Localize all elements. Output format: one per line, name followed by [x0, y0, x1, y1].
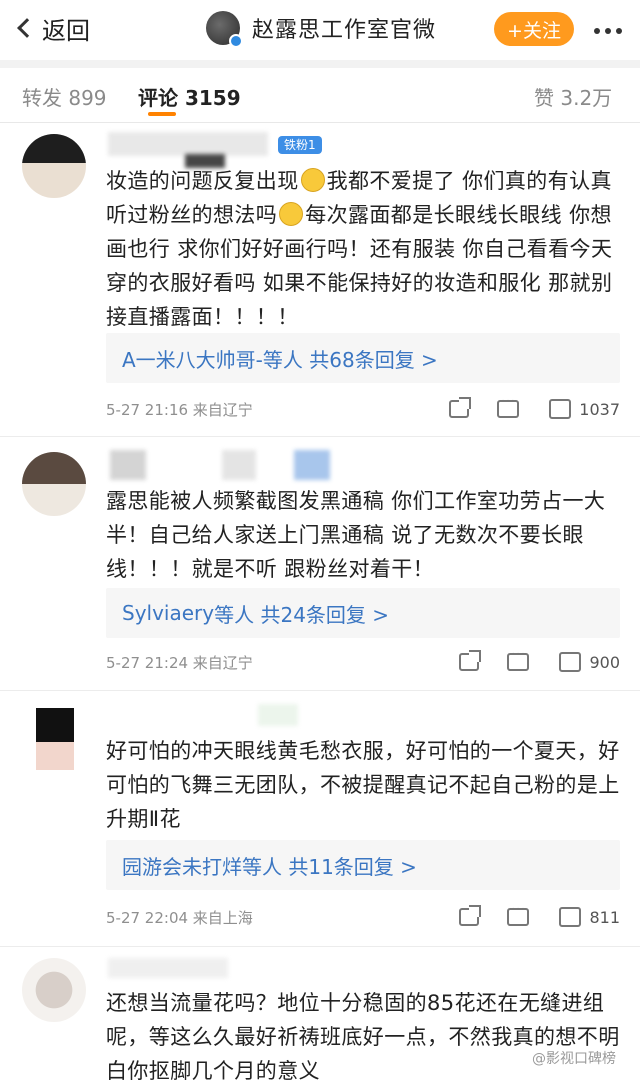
comment-text: 露思能被人频繁截图发黑通稿 你们工作室功劳占一大半！自己给人家送上门黑通稿 说了…: [106, 489, 606, 581]
back-button[interactable]: 返回: [14, 10, 90, 46]
chevron-left-icon: [17, 18, 37, 38]
share-icon[interactable]: [459, 650, 482, 671]
fan-badge: 铁粉1: [278, 136, 322, 154]
follow-button[interactable]: +关注: [494, 12, 574, 46]
commenter-avatar[interactable]: [22, 958, 86, 1022]
comment-item: 露思能被人频繁截图发黑通稿 你们工作室功劳占一大半！自己给人家送上门黑通稿 说了…: [0, 440, 640, 690]
comment-meta: 5-27 21:24 来自辽宁 900: [106, 647, 620, 677]
replies-link[interactable]: Sylviaery 等人 共24条回复 >: [106, 588, 620, 638]
tab-bar: 转发 899 评论 3159 赞 3.2万: [0, 70, 640, 120]
thumbs-up-icon: [549, 399, 572, 419]
share-icon[interactable]: [449, 397, 472, 418]
like-button[interactable]: 1037: [549, 399, 620, 419]
watermark: @影视口碑榜: [532, 1051, 616, 1067]
commenter-avatar[interactable]: [22, 452, 86, 516]
section-divider: [0, 60, 640, 68]
like-button[interactable]: 900: [559, 652, 620, 672]
commenter-name-redacted: [108, 958, 228, 978]
commenter-name-redacted: [258, 704, 298, 726]
reply-icon[interactable]: [507, 647, 530, 671]
account-title[interactable]: 赵露思工作室官微: [206, 10, 437, 48]
back-label: 返回: [42, 16, 90, 45]
account-avatar: [206, 11, 243, 48]
like-button[interactable]: 811: [559, 907, 620, 927]
comment-text: 好可怕的冲天眼线黄毛愁衣服，好可怕的一个夏天，好可怕的飞舞三无团队，不被提醒真记…: [106, 739, 620, 831]
tab-repost[interactable]: 转发 899: [22, 82, 107, 111]
comment-time-location: 5-27 22:04 来自上海: [106, 908, 253, 927]
comment-item: 好可怕的冲天眼线黄毛愁衣服，好可怕的一个夏天，好可怕的飞舞三无团队，不被提醒真记…: [0, 694, 640, 944]
comment-divider: [0, 690, 640, 691]
account-name: 赵露思工作室官微: [252, 18, 437, 43]
thumbs-up-icon: [559, 652, 582, 672]
commenter-avatar[interactable]: [22, 134, 86, 198]
commenter-name-redacted: [110, 450, 146, 480]
share-icon[interactable]: [459, 905, 482, 926]
commenter-avatar[interactable]: [36, 708, 74, 770]
thinking-emoji-icon: [300, 168, 325, 192]
thinking-emoji-icon: [279, 202, 304, 226]
comment-meta: 5-27 22:04 来自上海 811: [106, 902, 620, 932]
comment-divider: [0, 946, 640, 947]
replies-link[interactable]: A一米八大帅哥-等人 共68条回复 >: [106, 333, 620, 383]
reply-icon[interactable]: [507, 902, 530, 926]
comment-item: 铁粉1 妆造的问题反复出现 我都不爱提了 你们真的有认真听过粉丝的想法吗 每次露面都…: [0, 124, 640, 440]
thumbs-up-icon: [559, 907, 582, 927]
commenter-name-redacted: [294, 450, 330, 480]
comment-text: 妆造的问题反复出现 我都不爱提了 你们真的有认真听过粉丝的想法吗 每次露面都是长眼线…: [106, 168, 613, 329]
comment-meta: 5-27 21:16 来自辽宁 1037: [106, 394, 620, 424]
more-options-icon[interactable]: [594, 28, 622, 34]
commenter-name-redacted: [108, 132, 268, 156]
replies-link[interactable]: 园游会未打烊 等人 共11条回复 >: [106, 840, 620, 890]
comment-divider: [0, 436, 640, 437]
tab-like[interactable]: 赞 3.2万: [534, 82, 612, 111]
reply-icon[interactable]: [497, 394, 520, 418]
tabs-divider: [0, 122, 640, 123]
comment-time-location: 5-27 21:16 来自辽宁: [106, 400, 253, 419]
verified-icon: [229, 34, 243, 48]
tab-comment[interactable]: 评论 3159: [138, 82, 241, 111]
commenter-name-redacted: [222, 450, 256, 480]
active-tab-indicator: [148, 112, 176, 116]
comment-time-location: 5-27 21:24 来自辽宁: [106, 653, 253, 672]
top-nav-bar: 返回 赵露思工作室官微 +关注: [0, 0, 640, 60]
